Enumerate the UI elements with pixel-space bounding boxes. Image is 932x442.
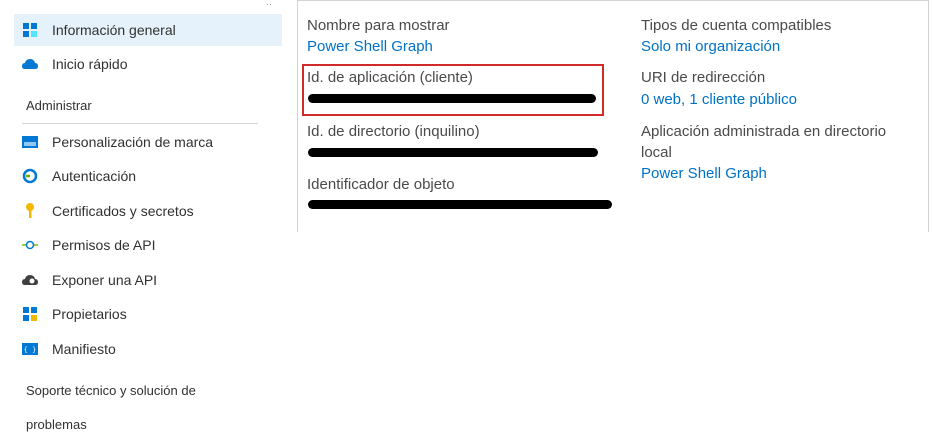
managed-app-label-continued: local bbox=[641, 144, 672, 161]
sidebar-item-quickstart[interactable]: Inicio rápido bbox=[14, 48, 282, 80]
redirect-uri-link[interactable]: 0 web, 1 cliente público bbox=[641, 91, 797, 108]
sidebar: ·· Información general Inicio rápido Adm… bbox=[0, 0, 290, 442]
sidebar-item-label: Propietarios bbox=[52, 306, 127, 322]
svg-text:{ }: { } bbox=[24, 346, 37, 354]
panel-border bbox=[297, 0, 929, 1]
app-id-label: Id. de aplicación (cliente) bbox=[307, 69, 473, 86]
owners-grid-icon bbox=[22, 306, 38, 322]
key-icon bbox=[22, 203, 38, 219]
authentication-icon bbox=[22, 168, 38, 184]
account-types-label: Tipos de cuenta compatibles bbox=[641, 17, 832, 34]
object-id-label: Identificador de objeto bbox=[307, 176, 455, 193]
sidebar-item-label: Autenticación bbox=[52, 168, 137, 184]
display-name-link[interactable]: Power Shell Graph bbox=[307, 38, 433, 55]
redacted-app-id bbox=[308, 94, 596, 103]
cloud-gear-icon bbox=[22, 272, 38, 288]
redacted-directory-id bbox=[308, 148, 598, 157]
sidebar-item-manifest[interactable]: { } Manifiesto bbox=[14, 333, 282, 365]
sidebar-item-api-permissions[interactable]: Permisos de API bbox=[14, 229, 282, 261]
sidebar-item-label: Personalización de marca bbox=[52, 134, 214, 150]
redirect-uri-label: URI de redirección bbox=[641, 69, 766, 86]
sidebar-item-label: Manifiesto bbox=[52, 341, 116, 357]
sidebar-item-label: Permisos de API bbox=[52, 237, 156, 253]
sidebar-item-label: Inicio rápido bbox=[52, 56, 128, 72]
section-header-support-continued: problemas bbox=[26, 417, 87, 432]
sidebar-item-label: Certificados y secretos bbox=[52, 203, 194, 219]
managed-app-link[interactable]: Power Shell Graph bbox=[641, 165, 767, 182]
panel-border bbox=[928, 0, 929, 232]
sidebar-item-label: Exponer una API bbox=[52, 272, 158, 288]
display-name-label: Nombre para mostrar bbox=[307, 17, 450, 34]
branding-icon bbox=[22, 134, 38, 150]
sidebar-item-authentication[interactable]: Autenticación bbox=[14, 160, 282, 192]
managed-app-label: Aplicación administrada en directorio bbox=[641, 123, 887, 140]
cloud-icon bbox=[22, 56, 38, 72]
sidebar-item-certificates[interactable]: Certificados y secretos bbox=[14, 195, 282, 227]
divider bbox=[22, 123, 258, 124]
api-permissions-icon bbox=[22, 237, 38, 253]
collapse-handle-icon[interactable]: ·· bbox=[266, 0, 272, 9]
sidebar-item-overview[interactable]: Información general bbox=[14, 14, 282, 46]
directory-id-label: Id. de directorio (inquilino) bbox=[307, 123, 480, 140]
sidebar-item-expose-api[interactable]: Exponer una API bbox=[14, 264, 282, 296]
account-types-link[interactable]: Solo mi organización bbox=[641, 38, 780, 55]
sidebar-item-branding[interactable]: Personalización de marca bbox=[14, 126, 282, 158]
manifest-icon: { } bbox=[22, 341, 38, 357]
section-header-manage: Administrar bbox=[26, 98, 92, 113]
redacted-object-id bbox=[308, 200, 612, 209]
sidebar-item-label: Información general bbox=[52, 22, 176, 38]
panel-border bbox=[297, 0, 298, 232]
overview-grid-icon bbox=[22, 22, 38, 38]
section-header-support: Soporte técnico y solución de bbox=[26, 383, 196, 398]
sidebar-item-owners[interactable]: Propietarios bbox=[14, 298, 282, 330]
